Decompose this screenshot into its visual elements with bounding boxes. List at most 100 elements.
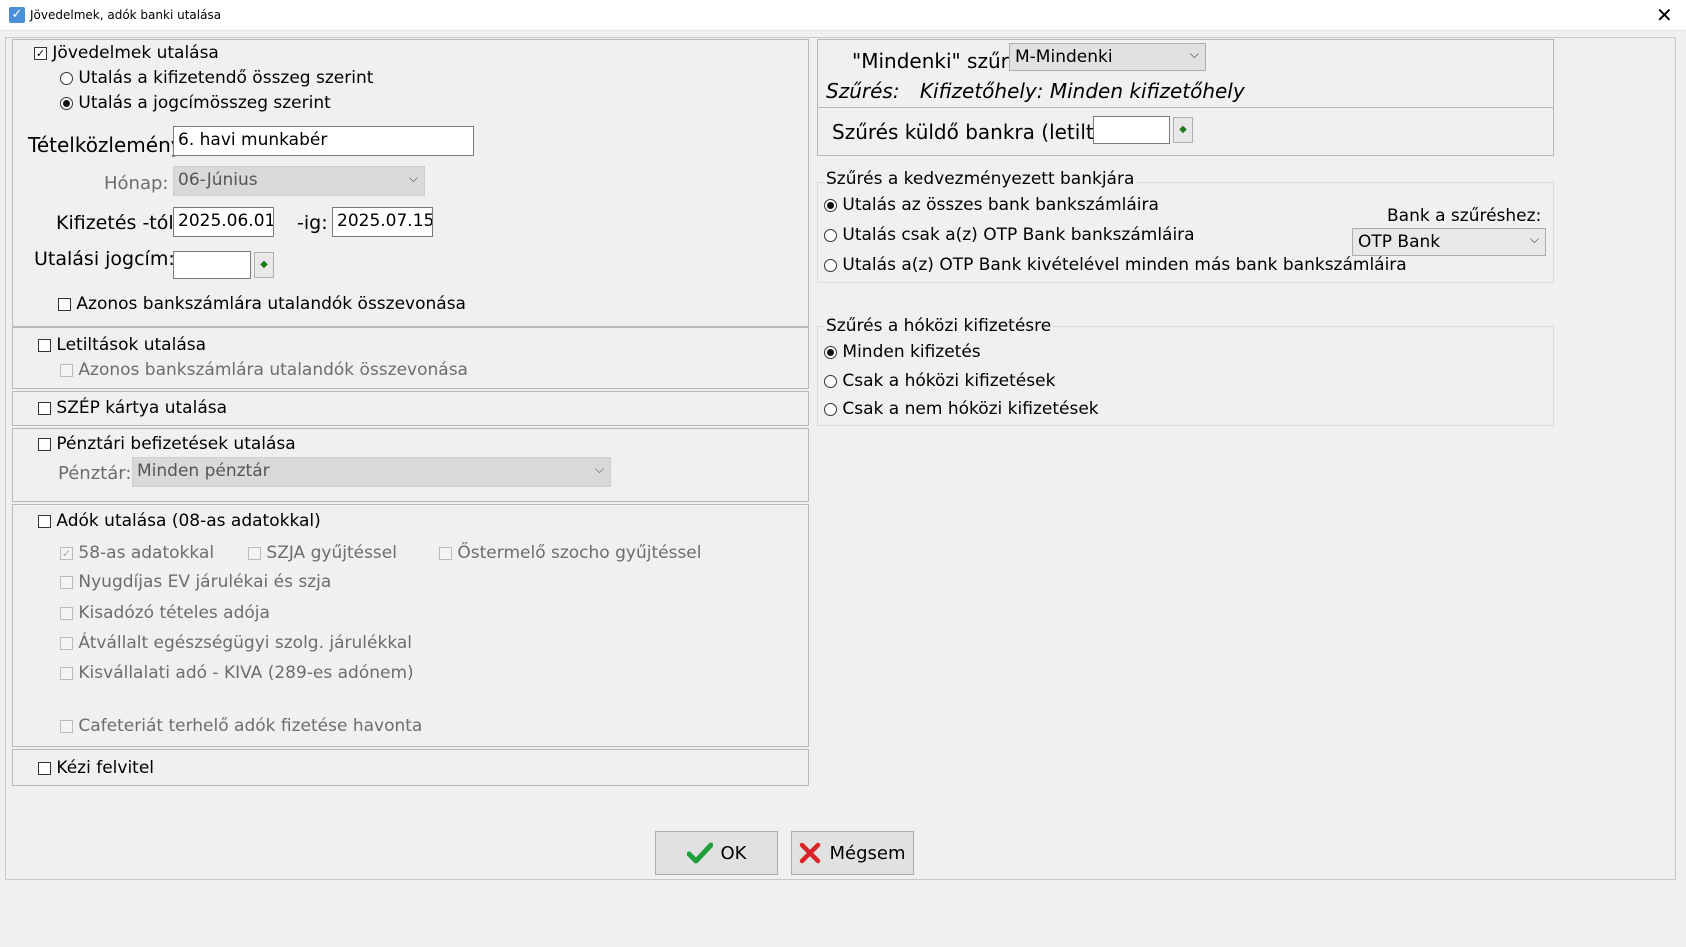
window-title: Jövedelmek, adók banki utalása — [30, 8, 222, 22]
transfer-title-pick-button[interactable]: ◆ — [254, 252, 274, 278]
ok-button[interactable]: OK — [655, 831, 778, 875]
taxes-checkbox-row[interactable]: Adók utalása (08-as adatokkal) — [38, 511, 321, 531]
garnish-merge-checkbox — [60, 363, 73, 377]
garnish-checkbox[interactable] — [38, 338, 51, 352]
tax-nyugdijas-label: Nyugdíjas EV járulékai és szja — [78, 572, 332, 592]
taxes-panel — [12, 504, 809, 747]
income-checkbox-row[interactable]: ✓ Jövedelmek utalása — [34, 43, 219, 63]
bank-filter-select[interactable]: OTP Bank ⌵ — [1352, 228, 1546, 256]
close-icon[interactable]: ✕ — [1656, 3, 1673, 27]
sender-bank-label: Szűrés küldő bankra (letiltás): — [832, 120, 1131, 144]
manual-checkbox-label: Kézi felvitel — [56, 758, 155, 778]
tax-opt-58: ✓ 58-as adatokkal — [60, 543, 214, 563]
radio-offcycle-only[interactable] — [824, 374, 837, 388]
cash-register-value: Minden pénztár — [137, 461, 270, 481]
offcycle-radio-only[interactable]: Csak a hóközi kifizetések — [824, 371, 1055, 391]
tax-opt-szja: SZJA gyűjtéssel — [248, 543, 397, 563]
tax-kiva-checkbox — [60, 666, 73, 680]
filter-status: Szűrés: Kifizetőhely: Minden kifizetőhel… — [826, 79, 1245, 103]
cash-checkbox[interactable] — [38, 437, 51, 451]
radio-offcycle-only-label: Csak a hóközi kifizetések — [842, 371, 1056, 391]
szep-checkbox-label: SZÉP kártya utalása — [56, 398, 228, 418]
income-checkbox[interactable]: ✓ — [34, 46, 47, 60]
pay-to-input[interactable]: 2025.07.15 — [332, 207, 433, 237]
filter-status-prefix: Szűrés: — [826, 79, 900, 103]
income-radio-title-sum[interactable]: Utalás a jogcímösszeg szerint — [60, 93, 331, 113]
mindenki-select-value: M-Mindenki — [1015, 47, 1113, 67]
tax-kisadozo-label: Kisadózó tételes adója — [78, 603, 270, 623]
filter-status-text: Kifizetőhely: Minden kifizetőhely — [919, 79, 1245, 103]
transfer-title-input[interactable] — [173, 251, 251, 279]
chevron-down-icon: ⌵ — [594, 462, 604, 476]
pay-to-label: -ig: — [297, 212, 328, 234]
szep-checkbox[interactable] — [38, 401, 51, 415]
memo-input[interactable]: 6. havi munkabér — [173, 126, 474, 156]
month-select[interactable]: 06-Június ⌵ — [173, 166, 425, 196]
radio-title-sum-label: Utalás a jogcímösszeg szerint — [78, 93, 331, 113]
income-checkbox-label: Jövedelmek utalása — [52, 43, 219, 63]
cash-checkbox-label: Pénztári befizetések utalása — [56, 434, 296, 454]
cash-register-label: Pénztár: — [58, 463, 132, 484]
pay-from-label: Kifizetés -tól: — [56, 212, 181, 234]
month-select-value: 06-Június — [178, 170, 258, 190]
tax-58-checkbox: ✓ — [60, 546, 73, 560]
szep-checkbox-row[interactable]: SZÉP kártya utalása — [38, 398, 227, 418]
radio-title-sum[interactable] — [60, 96, 73, 110]
beneficiary-radio-all[interactable]: Utalás az összes bank bankszámláira — [824, 195, 1159, 215]
tax-opt-atvallalt: Átvállalt egészségügyi szolg. járulékkal — [60, 633, 412, 653]
cash-checkbox-row[interactable]: Pénztári befizetések utalása — [38, 434, 296, 454]
tax-opt-nyugdijas: Nyugdíjas EV járulékai és szja — [60, 572, 331, 592]
income-merge-checkbox[interactable] — [58, 297, 71, 311]
cancel-button-label: Mégsem — [829, 842, 906, 864]
radio-payable-label: Utalás a kifizetendő összeg szerint — [78, 68, 374, 88]
tax-opt-cafeteria: Cafeteriát terhelő adók fizetése havonta — [60, 716, 422, 736]
garnish-checkbox-row[interactable]: Letiltások utalása — [38, 335, 206, 355]
tax-opt-kiva: Kisvállalati adó - KIVA (289-es adónem) — [60, 663, 414, 683]
mindenki-select[interactable]: M-Mindenki ⌵ — [1009, 43, 1206, 71]
cash-register-select[interactable]: Minden pénztár ⌵ — [132, 457, 611, 487]
radio-except-bank-label: Utalás a(z) OTP Bank kivételével minden … — [842, 255, 1407, 275]
tax-atvallalt-label: Átvállalt egészségügyi szolg. járulékkal — [78, 633, 413, 653]
garnish-checkbox-label: Letiltások utalása — [56, 335, 207, 355]
tax-kiva-label: Kisvállalati adó - KIVA (289-es adónem) — [78, 663, 414, 683]
tax-ostermelo-label: Őstermelő szocho gyűjtéssel — [457, 543, 702, 563]
tax-opt-ostermelo: Őstermelő szocho gyűjtéssel — [439, 543, 701, 563]
radio-not-offcycle[interactable] — [824, 402, 837, 416]
tax-kisadozo-checkbox — [60, 606, 73, 620]
garnish-merge-label: Azonos bankszámlára utalandók összevonás… — [78, 360, 468, 380]
radio-except-bank[interactable] — [824, 258, 837, 272]
income-radio-payable[interactable]: Utalás a kifizetendő összeg szerint — [60, 68, 373, 88]
tax-szja-label: SZJA gyűjtéssel — [266, 543, 397, 563]
income-merge-label: Azonos bankszámlára utalandók összevonás… — [76, 294, 466, 314]
sender-bank-input[interactable] — [1093, 116, 1170, 144]
taxes-checkbox[interactable] — [38, 514, 51, 528]
radio-payable[interactable] — [60, 71, 73, 85]
cancel-button[interactable]: Mégsem — [791, 831, 914, 875]
manual-checkbox-row[interactable]: Kézi felvitel — [38, 758, 154, 778]
tax-nyugdijas-checkbox — [60, 575, 73, 589]
offcycle-group-title: Szűrés a hóközi kifizetésre — [824, 316, 1054, 336]
tax-opt-kisadozo: Kisadózó tételes adója — [60, 603, 270, 623]
income-merge-row[interactable]: Azonos bankszámlára utalandók összevonás… — [58, 294, 466, 314]
sender-bank-pick-button[interactable]: ◆ — [1173, 117, 1193, 143]
bank-filter-label: Bank a szűréshez: — [1387, 206, 1542, 226]
radio-all-payments-label: Minden kifizetés — [842, 342, 981, 362]
offcycle-radio-all[interactable]: Minden kifizetés — [824, 342, 981, 362]
radio-all-payments[interactable] — [824, 345, 837, 359]
chevron-down-icon: ⌵ — [1529, 232, 1539, 246]
radio-not-offcycle-label: Csak a nem hóközi kifizetések — [842, 399, 1099, 419]
month-label: Hónap: — [104, 173, 169, 194]
radio-all-banks[interactable] — [824, 198, 837, 212]
taxes-checkbox-label: Adók utalása (08-as adatokkal) — [56, 511, 321, 531]
filter-divider — [817, 107, 1554, 108]
radio-only-bank[interactable] — [824, 228, 837, 242]
beneficiary-radio-only[interactable]: Utalás csak a(z) OTP Bank bankszámláira — [824, 225, 1195, 245]
title-bar: ✓ Jövedelmek, adók banki utalása ✕ — [0, 0, 1686, 31]
tax-atvallalt-checkbox — [60, 636, 73, 650]
beneficiary-radio-except[interactable]: Utalás a(z) OTP Bank kivételével minden … — [824, 255, 1407, 275]
ok-button-label: OK — [720, 842, 747, 864]
pay-from-input[interactable]: 2025.06.01 — [173, 207, 274, 237]
chevron-down-icon: ⌵ — [1189, 47, 1199, 61]
manual-checkbox[interactable] — [38, 761, 51, 775]
offcycle-radio-not[interactable]: Csak a nem hóközi kifizetések — [824, 399, 1099, 419]
